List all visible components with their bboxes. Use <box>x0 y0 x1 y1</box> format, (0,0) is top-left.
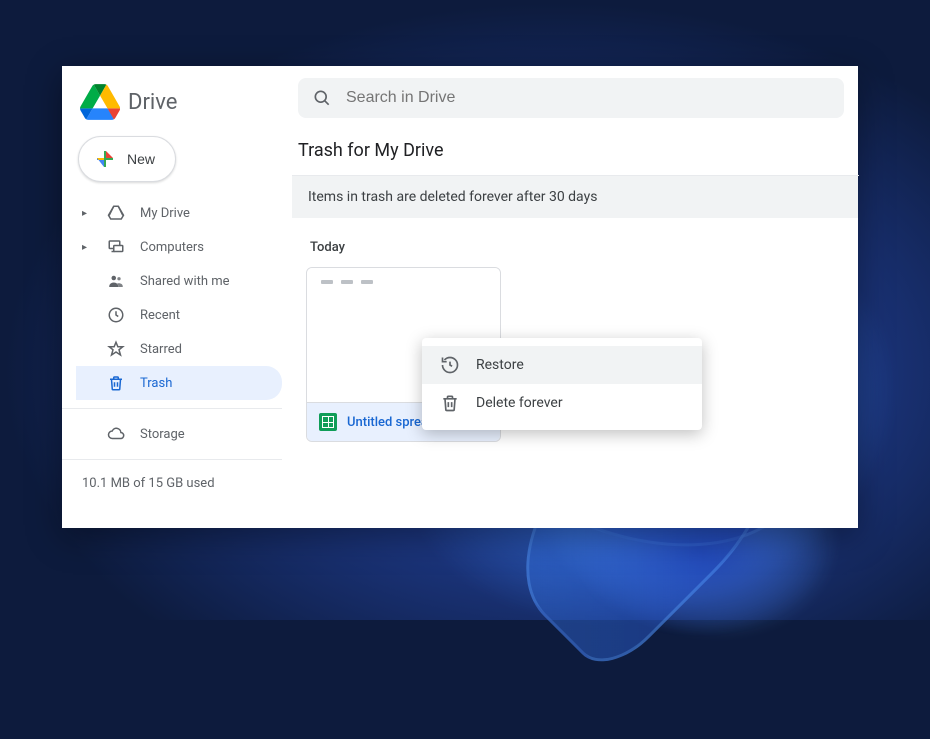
page-title: Trash for My Drive <box>292 128 858 175</box>
nav-computers[interactable]: ▸ Computers <box>76 230 282 264</box>
context-menu: Restore Delete forever <box>422 338 702 430</box>
search-icon <box>312 88 332 108</box>
plus-icon <box>93 147 117 171</box>
nav-label: Computers <box>140 240 204 255</box>
nav-starred[interactable]: Starred <box>76 332 282 366</box>
trash-icon <box>106 373 126 393</box>
new-button-label: New <box>127 151 155 167</box>
nav-label: Starred <box>140 342 182 357</box>
drive-icon <box>106 203 126 223</box>
menu-delete-forever[interactable]: Delete forever <box>422 384 702 422</box>
nav-label: Recent <box>140 308 180 323</box>
app-logo[interactable]: Drive <box>76 76 282 136</box>
chevron-right-icon: ▸ <box>82 242 92 253</box>
trash-banner: Items in trash are deleted forever after… <box>292 176 858 218</box>
nav-label: My Drive <box>140 206 190 221</box>
section-label: Today <box>292 218 858 267</box>
shared-icon <box>106 271 126 291</box>
nav-label: Shared with me <box>140 274 230 289</box>
nav-storage[interactable]: Storage <box>76 417 282 451</box>
divider <box>62 459 282 460</box>
restore-icon <box>440 355 460 375</box>
trash-icon <box>440 393 460 413</box>
menu-label: Delete forever <box>476 395 563 411</box>
nav-shared[interactable]: Shared with me <box>76 264 282 298</box>
nav-recent[interactable]: Recent <box>76 298 282 332</box>
divider <box>62 408 282 409</box>
computers-icon <box>106 237 126 257</box>
sheets-icon <box>319 413 337 431</box>
star-icon <box>106 339 126 359</box>
menu-restore[interactable]: Restore <box>422 346 702 384</box>
search-bar[interactable] <box>298 78 844 118</box>
sidebar: Drive New ▸ My Drive ▸ Computers <box>62 66 292 528</box>
search-input[interactable] <box>346 89 830 107</box>
clock-icon <box>106 305 126 325</box>
menu-label: Restore <box>476 357 524 373</box>
chevron-right-icon: ▸ <box>82 208 92 219</box>
drive-logo-icon <box>80 84 120 120</box>
nav-label: Trash <box>140 376 172 391</box>
drive-window: Drive New ▸ My Drive ▸ Computers <box>62 66 858 528</box>
app-name: Drive <box>128 90 177 115</box>
new-button[interactable]: New <box>78 136 176 182</box>
nav-label: Storage <box>140 427 185 442</box>
nav-trash[interactable]: Trash <box>76 366 282 400</box>
main-content: Trash for My Drive Items in trash are de… <box>292 66 858 528</box>
nav-my-drive[interactable]: ▸ My Drive <box>76 196 282 230</box>
cloud-icon <box>106 424 126 444</box>
storage-usage: 10.1 MB of 15 GB used <box>76 468 282 491</box>
nav-list: ▸ My Drive ▸ Computers Shared with me <box>76 196 282 451</box>
